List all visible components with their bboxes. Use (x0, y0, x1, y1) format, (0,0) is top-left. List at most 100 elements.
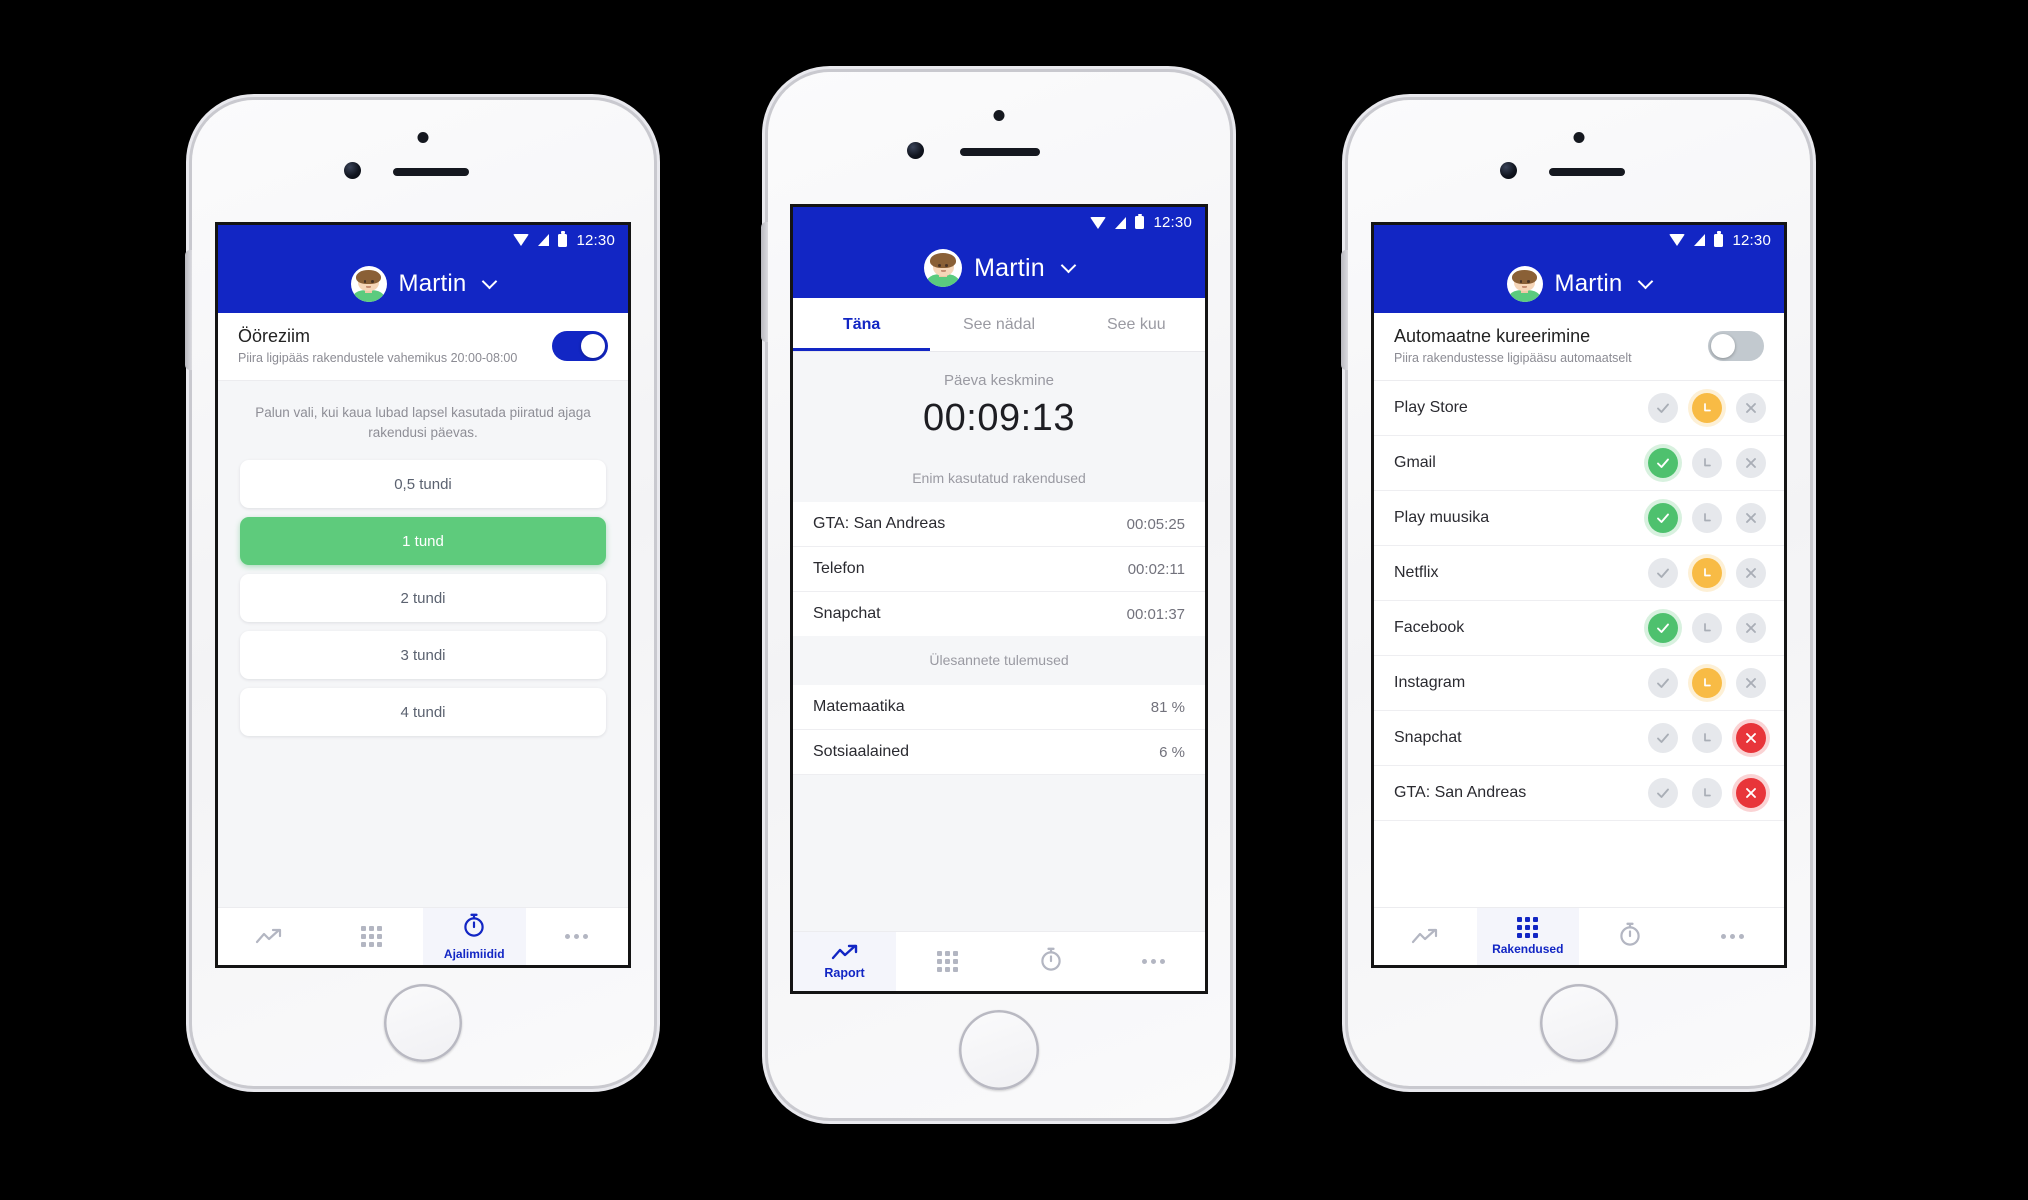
app-name: Telefon (813, 560, 865, 577)
task-name: Matemaatika (813, 698, 905, 715)
chevron-down-icon[interactable] (1060, 257, 1077, 273)
app-name: Gmail (1394, 454, 1436, 471)
duration-option-3[interactable]: 3 tundi (240, 631, 606, 680)
duration-option-0[interactable]: 0,5 tundi (240, 460, 606, 509)
front-camera-icon (344, 162, 361, 179)
nav-item-report[interactable] (1374, 908, 1477, 965)
clock-icon[interactable] (1692, 723, 1722, 753)
clock-icon[interactable] (1692, 668, 1722, 698)
check-icon[interactable] (1648, 613, 1678, 643)
check-icon[interactable] (1648, 668, 1678, 698)
duration-option-label: 0,5 tundi (394, 475, 452, 493)
most-used-row[interactable]: Snapchat 00:01:37 (793, 592, 1205, 636)
app-name: Netflix (1394, 564, 1439, 581)
nav-item-more[interactable] (1682, 908, 1785, 965)
night-mode-toggle[interactable] (552, 330, 608, 361)
close-icon[interactable] (1736, 613, 1766, 643)
clock-icon[interactable] (1692, 558, 1722, 588)
app-row[interactable]: Play muusika (1374, 491, 1784, 546)
task-score: 81 % (1150, 698, 1185, 716)
nav-item-time-limits[interactable]: Ajalimiidid (423, 908, 526, 965)
tab-label: See kuu (1106, 315, 1166, 333)
phone-2-body: 12:30 Martin Täna See nädal See kuu Päev… (768, 72, 1230, 1118)
nav-item-time-limits[interactable] (1579, 908, 1682, 965)
nav-item-more[interactable] (1102, 932, 1205, 991)
home-button[interactable] (1540, 984, 1618, 1062)
check-icon[interactable] (1648, 558, 1678, 588)
app-bar: Martin (793, 238, 1205, 298)
app-row[interactable]: Netflix (1374, 546, 1784, 601)
phone-2-screen: 12:30 Martin Täna See nädal See kuu Päev… (790, 204, 1208, 994)
battery-icon (1714, 231, 1724, 247)
nav-item-report[interactable] (218, 908, 321, 965)
task-row[interactable]: Sotsiaalained 6 % (793, 730, 1205, 775)
clock-icon[interactable] (1692, 778, 1722, 808)
check-icon[interactable] (1648, 503, 1678, 533)
app-row[interactable]: Facebook (1374, 601, 1784, 656)
phone-1-content: Ööreziim Piira ligipääs rakendustele vah… (218, 313, 628, 907)
most-used-row[interactable]: Telefon 00:02:11 (793, 547, 1205, 592)
nav-item-apps[interactable] (321, 908, 424, 965)
close-icon[interactable] (1736, 393, 1766, 423)
chevron-down-icon[interactable] (482, 273, 498, 289)
grid-icon (1517, 917, 1539, 938)
wifi-icon (1090, 216, 1107, 229)
tab-this-week[interactable]: See nädal (930, 298, 1067, 351)
app-time: 00:02:11 (1127, 560, 1185, 578)
check-icon[interactable] (1648, 778, 1678, 808)
most-used-row[interactable]: GTA: San Andreas 00:05:25 (793, 502, 1205, 547)
tab-this-month[interactable]: See kuu (1068, 298, 1205, 351)
trend-icon (831, 944, 859, 962)
close-icon[interactable] (1736, 558, 1766, 588)
nav-item-time-limits[interactable] (999, 932, 1102, 991)
close-icon[interactable] (1736, 723, 1766, 753)
night-mode-subtitle: Piira ligipääs rakendustele vahemikus 20… (238, 351, 518, 365)
clock-icon[interactable] (1692, 448, 1722, 478)
check-icon[interactable] (1648, 723, 1678, 753)
app-actions (1648, 668, 1766, 698)
front-camera-icon (1500, 162, 1517, 179)
app-row[interactable]: Instagram (1374, 656, 1784, 711)
close-icon[interactable] (1736, 503, 1766, 533)
avatar (1506, 266, 1543, 302)
auto-curate-toggle[interactable] (1708, 330, 1764, 361)
close-icon[interactable] (1736, 778, 1766, 808)
app-row[interactable]: Play Store (1374, 381, 1784, 436)
battery-icon (558, 231, 568, 247)
nav-item-more[interactable] (526, 908, 629, 965)
app-row[interactable]: Snapchat (1374, 711, 1784, 766)
tab-today[interactable]: Täna (793, 298, 931, 351)
phone-3-screen: 12:30 Martin Automaatne kureerimine Piir… (1371, 222, 1787, 968)
nav-item-report[interactable]: Raport (793, 932, 896, 991)
stopwatch-icon (1618, 921, 1642, 952)
auto-curate-row[interactable]: Automaatne kureerimine Piira rakendustes… (1374, 313, 1784, 381)
check-icon[interactable] (1648, 448, 1678, 478)
more-icon (565, 934, 589, 939)
clock-icon[interactable] (1692, 613, 1722, 643)
avatar (350, 266, 387, 302)
tasks-header: Ülesannete tulemused (793, 636, 1205, 685)
nav-item-apps[interactable] (896, 932, 999, 991)
app-row[interactable]: Gmail (1374, 436, 1784, 491)
chevron-down-icon[interactable] (1638, 273, 1654, 289)
clock-icon[interactable] (1692, 393, 1722, 423)
front-camera-icon (907, 142, 924, 159)
status-bar-time: 12:30 (1153, 214, 1192, 231)
clock-icon[interactable] (1692, 503, 1722, 533)
task-row[interactable]: Matemaatika 81 % (793, 685, 1205, 730)
app-row[interactable]: GTA: San Andreas (1374, 766, 1784, 821)
app-time: 00:05:25 (1126, 515, 1185, 533)
nav-item-apps[interactable]: Rakendused (1476, 908, 1579, 965)
close-icon[interactable] (1736, 448, 1766, 478)
duration-option-4[interactable]: 4 tundi (240, 688, 606, 737)
home-button[interactable] (384, 984, 462, 1062)
app-bar: Martin (1374, 255, 1784, 313)
night-mode-row[interactable]: Ööreziim Piira ligipääs rakendustele vah… (218, 313, 628, 381)
home-button[interactable] (959, 1010, 1039, 1090)
duration-option-1[interactable]: 1 tund (240, 517, 606, 566)
check-icon[interactable] (1648, 393, 1678, 423)
close-icon[interactable] (1736, 668, 1766, 698)
wifi-icon (513, 234, 530, 246)
duration-option-2[interactable]: 2 tundi (240, 574, 606, 623)
daily-average-label: Päeva keskmine (943, 372, 1055, 389)
